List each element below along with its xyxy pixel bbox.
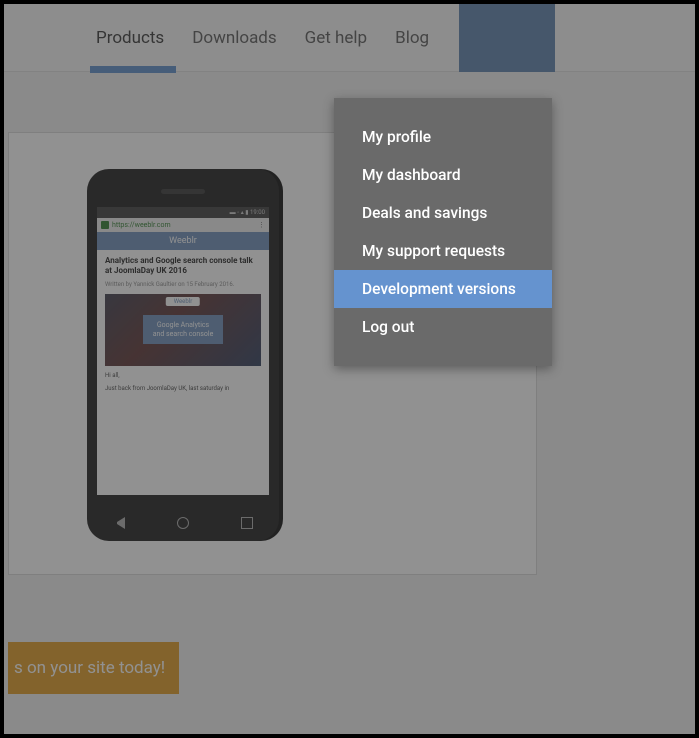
body-text: Just back from JoomlaDay UK, last saturd… bbox=[105, 385, 261, 392]
phone-addressbar: https://weeblr.com ⋮ bbox=[97, 218, 269, 232]
article-title: Analytics and Google search console talk… bbox=[105, 256, 261, 277]
phone-time: 19:00 bbox=[250, 209, 265, 216]
dd-my-profile[interactable]: My profile bbox=[334, 118, 552, 156]
phone-navbar bbox=[87, 517, 279, 529]
phone-mockup: ▬ ◦ ▴ ▮ 19:00 https://weeblr.com ⋮ Weebl… bbox=[87, 169, 279, 541]
recent-icon bbox=[241, 517, 253, 529]
home-icon bbox=[177, 517, 189, 529]
cta-button[interactable]: s on your site today! bbox=[8, 642, 179, 694]
nav-products[interactable]: Products bbox=[92, 6, 168, 70]
hero-line1: Google Analytics bbox=[157, 321, 209, 329]
article-body: Hi all, Just back from JoomlaDay UK, las… bbox=[105, 372, 261, 392]
dd-my-dashboard[interactable]: My dashboard bbox=[334, 156, 552, 194]
hero-logo: Weeblr bbox=[166, 297, 200, 306]
nav-active-indicator bbox=[90, 66, 176, 73]
site-banner: Weeblr bbox=[97, 232, 269, 250]
top-navigation: Products Downloads Get help Blog bbox=[4, 4, 695, 72]
phone-statusbar: ▬ ◦ ▴ ▮ 19:00 bbox=[97, 207, 269, 218]
article-hero-image: Weeblr Google Analytics and search conso… bbox=[105, 294, 261, 366]
phone-speaker bbox=[161, 189, 205, 194]
phone-url-text: https://weeblr.com bbox=[112, 221, 171, 229]
nav-blog[interactable]: Blog bbox=[391, 6, 433, 70]
user-menu-button[interactable] bbox=[459, 4, 555, 72]
phone-screen: ▬ ◦ ▴ ▮ 19:00 https://weeblr.com ⋮ Weebl… bbox=[97, 207, 269, 495]
user-dropdown: My profile My dashboard Deals and saving… bbox=[334, 98, 552, 366]
dd-support[interactable]: My support requests bbox=[334, 232, 552, 270]
lock-icon bbox=[101, 221, 109, 229]
dd-logout[interactable]: Log out bbox=[334, 308, 552, 346]
article: Analytics and Google search console talk… bbox=[97, 250, 269, 398]
hero-caption: Google Analytics and search console bbox=[143, 315, 224, 344]
hero-line2: and search console bbox=[153, 330, 214, 338]
back-icon bbox=[113, 517, 125, 529]
dd-dev-versions[interactable]: Development versions bbox=[334, 270, 552, 308]
menu-dots-icon: ⋮ bbox=[258, 221, 265, 229]
nav-get-help[interactable]: Get help bbox=[301, 6, 371, 70]
dd-deals[interactable]: Deals and savings bbox=[334, 194, 552, 232]
body-greeting: Hi all, bbox=[105, 372, 261, 379]
article-meta: Written by Yannick Gaultier on 15 Februa… bbox=[105, 281, 261, 288]
nav-downloads[interactable]: Downloads bbox=[188, 6, 280, 70]
